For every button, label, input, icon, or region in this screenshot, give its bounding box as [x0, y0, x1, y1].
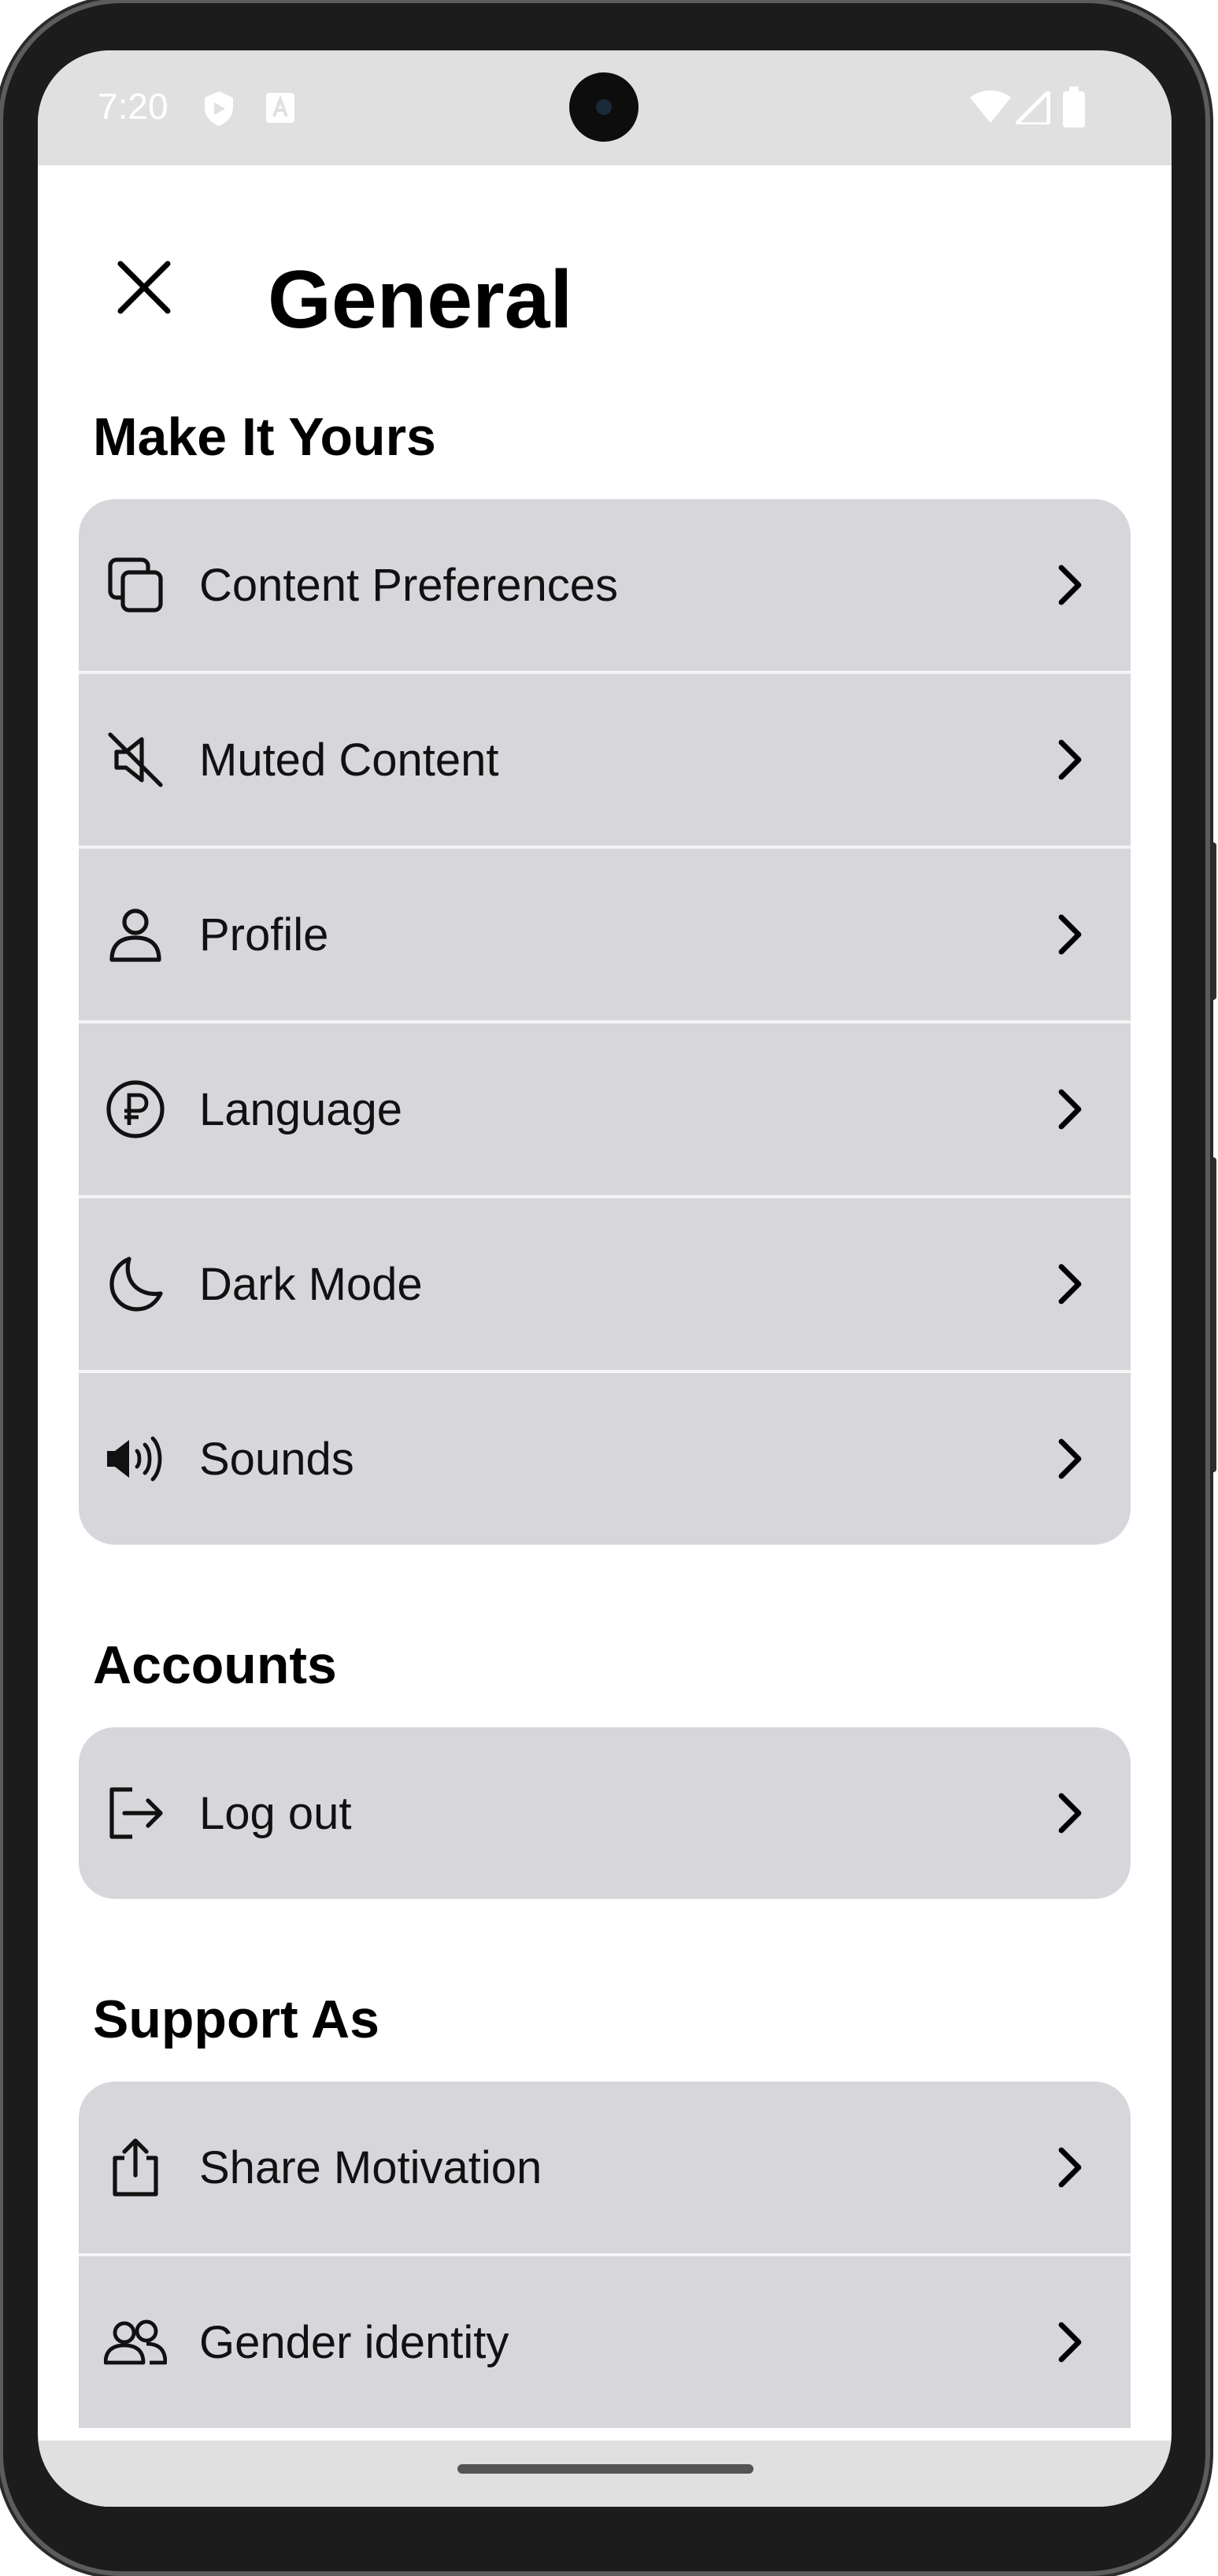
screen: 7:20 General Make It Yours Content Prefe…	[38, 50, 1172, 2507]
wifi-icon	[970, 90, 1011, 128]
chevron-right-icon	[1058, 2147, 1082, 2188]
row-label: Profile	[199, 909, 329, 960]
row-label: Content Preferences	[199, 560, 618, 611]
section-title-support-as: Support As	[93, 1989, 379, 2049]
row-label: Gender identity	[199, 2317, 509, 2368]
battery-icon	[1063, 87, 1085, 131]
section-title-make-it-yours: Make It Yours	[93, 407, 436, 467]
navigation-bar	[38, 2441, 1172, 2507]
settings-row-muted-content[interactable]: Muted Content	[79, 674, 1131, 849]
row-label: Dark Mode	[199, 1259, 423, 1310]
settings-row-profile[interactable]: Profile	[79, 849, 1131, 1023]
chevron-right-icon	[1058, 2322, 1082, 2363]
status-time: 7:20	[98, 86, 168, 127]
chevron-right-icon	[1058, 739, 1082, 780]
settings-row-log-out[interactable]: Log out	[79, 1727, 1131, 1899]
speaker-icon	[104, 1427, 167, 1490]
signal-icon	[1010, 86, 1051, 128]
logout-icon	[104, 1782, 167, 1845]
page-title: General	[268, 254, 573, 346]
chevron-right-icon	[1058, 1089, 1082, 1130]
settings-group-support-as: Share Motivation Gender identity	[79, 2082, 1131, 2428]
chevron-right-icon	[1058, 1438, 1082, 1479]
close-icon	[117, 261, 171, 314]
settings-row-sounds[interactable]: Sounds	[79, 1373, 1131, 1545]
close-button[interactable]	[101, 244, 187, 331]
volume-rocker	[1207, 1157, 1216, 1472]
row-label: Sounds	[199, 1434, 354, 1485]
copy-icon	[104, 553, 167, 616]
person-icon	[104, 903, 167, 966]
shield-icon	[202, 90, 236, 131]
people-icon	[103, 2311, 168, 2374]
gesture-handle[interactable]	[457, 2464, 753, 2474]
row-label: Log out	[199, 1788, 352, 1839]
settings-row-language[interactable]: Language	[79, 1023, 1131, 1198]
power-button	[1207, 842, 1216, 1000]
chevron-right-icon	[1058, 914, 1082, 955]
settings-row-content-preferences[interactable]: Content Preferences	[79, 499, 1131, 674]
section-title-accounts: Accounts	[93, 1635, 337, 1695]
chevron-right-icon	[1058, 1793, 1082, 1834]
row-label: Share Motivation	[199, 2142, 542, 2193]
share-icon	[104, 2136, 167, 2199]
mute-icon	[104, 728, 167, 791]
settings-row-share-motivation[interactable]: Share Motivation	[79, 2082, 1131, 2256]
font-icon	[266, 93, 294, 127]
chevron-right-icon	[1058, 1264, 1082, 1305]
status-bar: 7:20	[38, 50, 1172, 165]
settings-row-dark-mode[interactable]: Dark Mode	[79, 1198, 1131, 1373]
row-label: Muted Content	[199, 735, 499, 786]
settings-row-gender-identity[interactable]: Gender identity	[79, 2256, 1131, 2428]
front-camera	[569, 72, 639, 142]
chevron-right-icon	[1058, 564, 1082, 605]
settings-group-make-it-yours: Content Preferences Muted Content Profil…	[79, 499, 1131, 1545]
moon-icon	[104, 1253, 167, 1316]
device-frame: 7:20 General Make It Yours Content Prefe…	[0, 0, 1218, 2576]
header: General	[38, 165, 1172, 346]
settings-group-accounts: Log out	[79, 1727, 1131, 1899]
row-label: Language	[199, 1084, 403, 1135]
currency-icon	[104, 1078, 167, 1141]
